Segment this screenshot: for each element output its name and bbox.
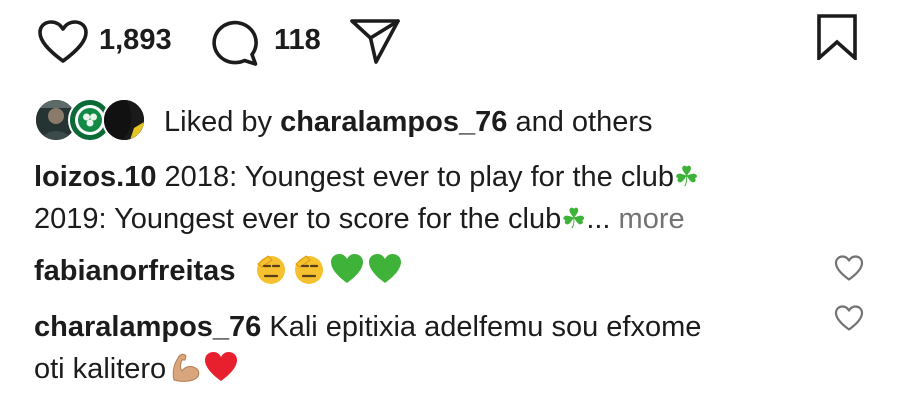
green-heart-icon <box>330 254 363 283</box>
likes-summary[interactable]: Liked by charalampos_76 and others <box>34 96 874 148</box>
comment-like-heart-icon[interactable] <box>834 304 864 332</box>
saluting-face-icon <box>256 255 285 284</box>
flexed-biceps-icon <box>172 353 200 382</box>
post-caption: loizos.10 2018: Youngest ever to play fo… <box>34 156 834 240</box>
caption-ellipsis: ... <box>586 203 611 235</box>
caption-text-1: 2018: Youngest ever to play for the club <box>156 161 675 193</box>
comment-line: charalampos_76 Kali epitixia adelfemu so… <box>34 306 834 348</box>
liked-by-suffix: and others <box>507 106 653 138</box>
comment-username[interactable]: fabianorfreitas <box>34 255 235 287</box>
avatar <box>102 98 146 142</box>
comment-text: oti kalitero <box>34 353 167 385</box>
comment-line: fabianorfreitas <box>34 250 834 292</box>
like-count[interactable]: 1,893 <box>99 14 172 66</box>
bookmark-icon[interactable] <box>816 14 858 60</box>
comment-icon[interactable] <box>208 18 260 66</box>
more-link[interactable]: more <box>610 203 685 235</box>
liker-avatars[interactable] <box>34 98 146 142</box>
caption-line-1: loizos.10 2018: Youngest ever to play fo… <box>34 156 834 198</box>
shamrock-icon: ☘ <box>561 202 587 235</box>
shamrock-icon: ☘ <box>674 160 700 193</box>
comment-line: oti kalitero <box>34 348 834 390</box>
liked-by-text[interactable]: Liked by charalampos_76 and others <box>164 96 653 148</box>
comment-count[interactable]: 118 <box>274 14 321 66</box>
red-heart-icon <box>205 352 238 381</box>
caption-username[interactable]: loizos.10 <box>34 161 157 193</box>
post-action-bar: 1,893 118 <box>38 14 862 70</box>
liked-by-user[interactable]: charalampos_76 <box>280 106 507 138</box>
send-icon[interactable] <box>349 17 401 65</box>
comment-item: charalampos_76 Kali epitixia adelfemu so… <box>34 306 834 390</box>
liked-by-prefix: Liked by <box>164 106 281 138</box>
caption-text-2: 2019: Youngest ever to score for the clu… <box>34 203 562 235</box>
caption-line-2: 2019: Youngest ever to score for the clu… <box>34 198 834 240</box>
comment-username[interactable]: charalampos_76 <box>34 311 261 343</box>
green-heart-icon <box>368 254 401 283</box>
comment-item: fabianorfreitas <box>34 250 834 292</box>
comment-text: Kali epitixia adelfemu sou efxome <box>261 311 702 343</box>
comment-like-heart-icon[interactable] <box>834 254 864 282</box>
saluting-face-icon <box>294 255 323 284</box>
heart-icon[interactable] <box>38 20 88 64</box>
